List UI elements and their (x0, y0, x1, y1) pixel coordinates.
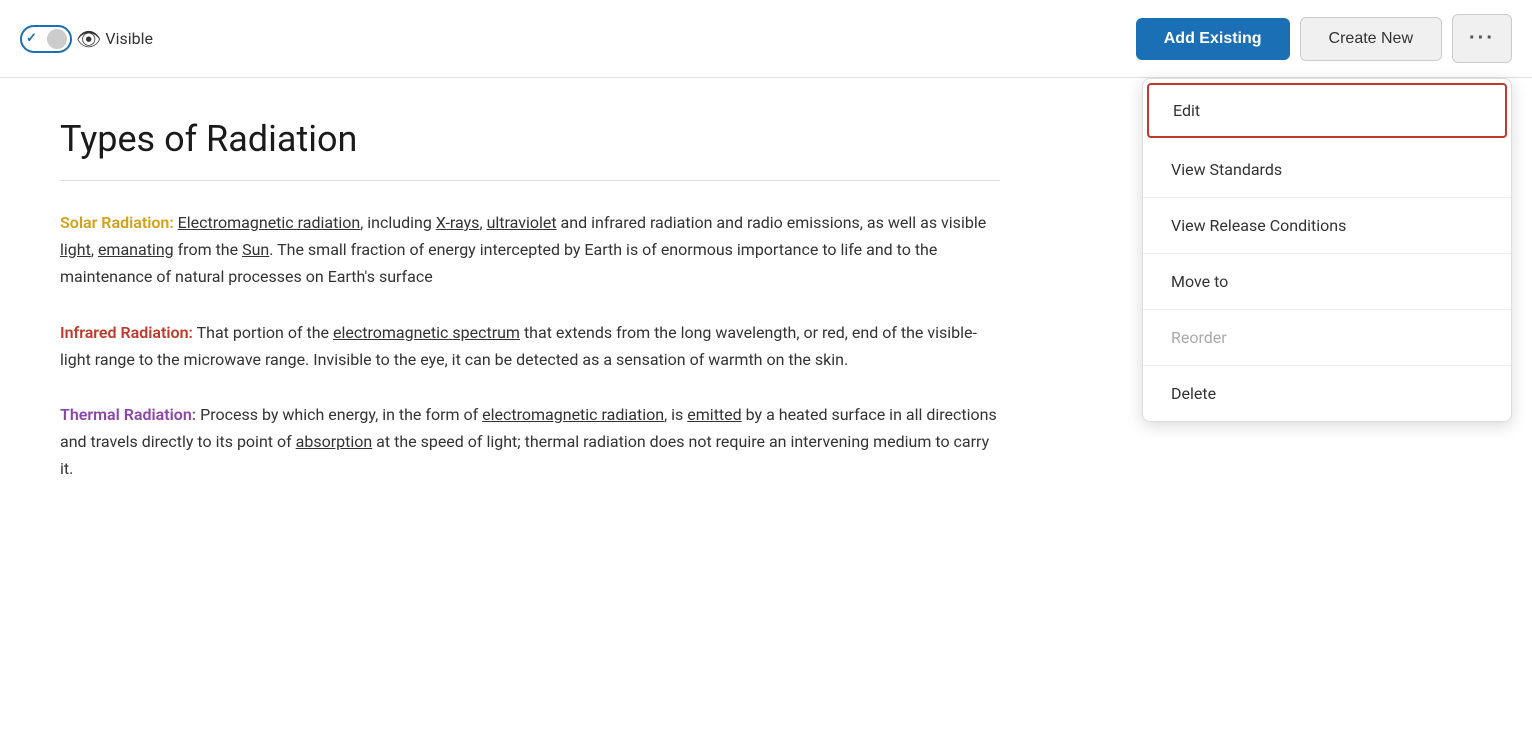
emitted-link[interactable]: emitted (687, 405, 741, 424)
em-spectrum-link[interactable]: electromagnetic spectrum (333, 323, 520, 342)
create-new-button[interactable]: Create New (1300, 17, 1442, 61)
toggle-check-icon: ✓ (26, 31, 37, 46)
ultraviolet-link[interactable]: ultraviolet (487, 213, 557, 232)
emanating-link[interactable]: emanating (98, 240, 174, 259)
solar-text: Electromagnetic radiation, including X-r… (60, 213, 986, 286)
dropdown-item-view-release-conditions[interactable]: View Release Conditions (1143, 198, 1511, 254)
toggle-knob (47, 29, 67, 49)
solar-section: Solar Radiation: Electromagnetic radiati… (60, 209, 1000, 291)
page-title: Types of Radiation (60, 118, 1000, 160)
toolbar-left: ✓ 👁 Visible (20, 25, 153, 53)
infrared-section: Infrared Radiation: That portion of the … (60, 319, 1000, 373)
thermal-label: Thermal Radiation: (60, 405, 196, 424)
xrays-link[interactable]: X-rays (436, 213, 480, 232)
content-divider (60, 180, 1000, 181)
thermal-section: Thermal Radiation: Process by which ener… (60, 401, 1000, 483)
infrared-label: Infrared Radiation: (60, 323, 193, 342)
sun-link[interactable]: Sun (242, 240, 269, 259)
dropdown-item-view-standards[interactable]: View Standards (1143, 142, 1511, 198)
toolbar: ✓ 👁 Visible Add Existing Create New ··· (0, 0, 1532, 78)
absorption-link[interactable]: absorption (296, 432, 373, 451)
more-options-button[interactable]: ··· (1452, 14, 1512, 63)
add-existing-button[interactable]: Add Existing (1136, 18, 1290, 60)
dropdown-menu: Edit View Standards View Release Conditi… (1142, 78, 1512, 422)
dropdown-item-move-to[interactable]: Move to (1143, 254, 1511, 310)
infrared-text: That portion of the electromagnetic spec… (60, 323, 977, 369)
toolbar-right: Add Existing Create New ··· (1136, 14, 1512, 63)
solar-label: Solar Radiation: (60, 213, 174, 232)
thermal-text: Process by which energy, in the form of … (60, 405, 997, 478)
dropdown-item-reorder[interactable]: Reorder (1143, 310, 1511, 366)
eye-icon: 👁 (76, 27, 101, 51)
main-content: Types of Radiation Solar Radiation: Elec… (0, 78, 1060, 551)
toggle-container: ✓ 👁 Visible (20, 25, 153, 53)
electromagnetic-radiation-link[interactable]: Electromagnetic radiation (178, 213, 361, 232)
visible-label: Visible (105, 29, 153, 48)
infrared-text-continued: isible to the eye, it can be detected as… (334, 350, 848, 369)
dropdown-item-delete[interactable]: Delete (1143, 366, 1511, 421)
light-link[interactable]: light (60, 240, 91, 259)
dropdown-item-edit[interactable]: Edit (1147, 83, 1507, 138)
em-radiation-link[interactable]: electromagnetic radiation (482, 405, 664, 424)
visibility-toggle[interactable]: ✓ (20, 25, 72, 53)
